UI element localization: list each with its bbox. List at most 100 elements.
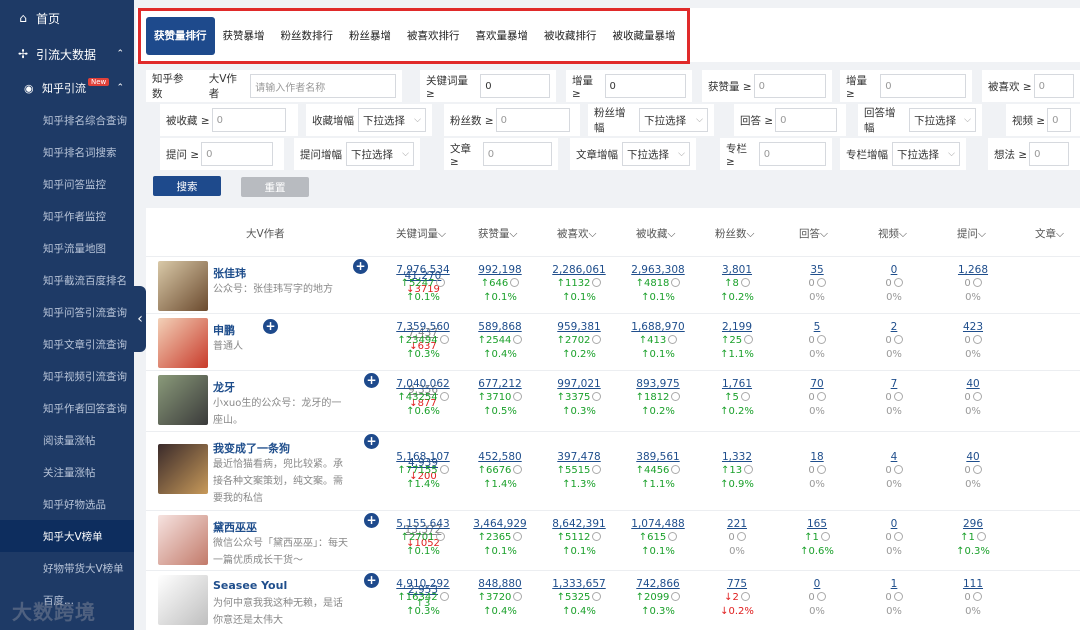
clock-icon[interactable] (671, 278, 681, 287)
clock-icon[interactable] (740, 592, 750, 601)
answer-growth-select[interactable]: 下拉选择 ⌵ (909, 108, 976, 132)
metric-value[interactable]: 0 (859, 263, 929, 277)
clock-icon[interactable] (972, 335, 982, 344)
inc-input[interactable]: 0 (604, 74, 686, 98)
metric-value[interactable]: 589,868 (465, 320, 535, 334)
clock-icon[interactable] (439, 392, 449, 401)
clock-icon[interactable] (436, 278, 446, 287)
sidebar-subitem[interactable]: 知乎问答引流查询 (0, 296, 134, 328)
metric-value[interactable]: 677,212 (465, 377, 535, 391)
kw-input[interactable]: 0 (480, 74, 550, 98)
inc2-input[interactable]: 0 (880, 74, 966, 98)
sidebar-subitem[interactable]: 知乎排名综合查询 (0, 104, 134, 136)
clock-icon[interactable] (439, 592, 449, 601)
table-row[interactable]: 龙牙 小xuo生的公众号：龙牙的一座山。 +9,356 ↓877 7,040,062 ↑4… (146, 370, 1080, 431)
clock-icon[interactable] (893, 392, 903, 401)
metric-value[interactable]: 1,688,970 (623, 320, 693, 334)
add-author-icon[interactable]: + (364, 373, 379, 388)
fans-growth-select[interactable]: 下拉选择 ⌵ (639, 108, 708, 132)
metric-value[interactable]: 4 (859, 450, 929, 464)
metric-value[interactable]: 1,074,488 (623, 517, 693, 531)
sidebar-subitem[interactable]: 知乎好物选品 (0, 488, 134, 520)
metric-value[interactable]: 7,359,560 (388, 320, 458, 334)
table-row[interactable]: 黛西巫巫 微信公众号「黛西巫巫」：每天一篇优质成长干货～ +13,372 ↓1052 5… (146, 510, 1080, 570)
clock-icon[interactable] (668, 335, 678, 344)
column-header[interactable]: 大V作者 (246, 226, 285, 241)
fav-growth-select[interactable]: 下拉选择 ⌵ (358, 108, 426, 132)
add-author-icon[interactable]: + (364, 434, 379, 449)
metric-value[interactable]: 1,761 (702, 377, 772, 391)
sidebar-item-traffic[interactable]: ✢ 引流大数据 ⌃ (0, 36, 134, 72)
author-name[interactable]: 龙牙 (213, 379, 235, 395)
clock-icon[interactable] (513, 465, 523, 474)
table-row[interactable]: 我变成了一条狗 最近恰猫看病，兜比较紧。承接各种文案策划，纯文案。需要我的私信 +4… (146, 431, 1080, 510)
question-input[interactable]: 0 (201, 142, 274, 166)
add-author-icon[interactable]: + (364, 573, 379, 588)
metric-value[interactable]: 423 (938, 320, 1008, 334)
metric-value[interactable]: 848,880 (465, 577, 535, 591)
metric-value[interactable]: 7 (859, 377, 929, 391)
clock-icon[interactable] (736, 532, 746, 541)
tab-7[interactable]: 被收藏量暴增 (605, 17, 684, 55)
clock-icon[interactable] (740, 392, 750, 401)
column-header[interactable]: 获赞量⌵ (478, 226, 517, 241)
metric-value[interactable]: 70 (782, 377, 852, 391)
sidebar-subitem[interactable]: 知乎大V榜单 (0, 520, 134, 552)
table-row[interactable]: 张佳玮 公众号：张佳玮写字的地方 +41,270 ↓3719 7,976,534 ↑524… (146, 256, 1080, 313)
metric-value[interactable]: 0 (782, 577, 852, 591)
metric-value[interactable]: 3,801 (702, 263, 772, 277)
metric-value[interactable]: 1 (859, 577, 929, 591)
tab-5[interactable]: 喜欢量暴增 (468, 17, 537, 55)
avatar[interactable] (158, 261, 208, 311)
sidebar-subitem[interactable]: 知乎问答监控 (0, 168, 134, 200)
fav-input[interactable]: 0 (211, 108, 286, 132)
clock-icon[interactable] (671, 465, 681, 474)
metric-value[interactable]: 1,333,657 (544, 577, 614, 591)
add-author-icon[interactable]: + (353, 259, 368, 274)
clock-icon[interactable] (592, 278, 602, 287)
clock-icon[interactable] (439, 465, 449, 474)
tab-0[interactable]: 获赞量排行 (146, 17, 215, 55)
reset-button[interactable]: 重置 (241, 177, 309, 197)
sidebar-subitem[interactable]: 阅读量涨帖 (0, 424, 134, 456)
clock-icon[interactable] (816, 465, 826, 474)
metric-value[interactable]: 5,155,643 (388, 517, 458, 531)
metric-value[interactable]: 1,268 (938, 263, 1008, 277)
clock-icon[interactable] (816, 335, 826, 344)
column-growth-select[interactable]: 下拉选择 ⌵ (892, 142, 960, 166)
author-input[interactable]: 请输入作者名称 (250, 74, 396, 98)
likes-input[interactable]: 0 (753, 74, 826, 98)
idea-input[interactable]: 0 (1029, 142, 1070, 166)
column-header[interactable]: 关键词量⌵ (396, 226, 446, 241)
add-author-icon[interactable]: + (364, 513, 379, 528)
sidebar-item-zhihu[interactable]: ◉ 知乎引流 New ⌃ (0, 72, 134, 104)
collapse-sidebar-button[interactable]: ‹ (134, 286, 146, 352)
sidebar-subitem[interactable]: 关注量涨帖 (0, 456, 134, 488)
clock-icon[interactable] (513, 532, 523, 541)
metric-value[interactable]: 7,976,534 (388, 263, 458, 277)
clock-icon[interactable] (893, 592, 903, 601)
clock-icon[interactable] (592, 532, 602, 541)
clock-icon[interactable] (513, 592, 523, 601)
sidebar-item-home[interactable]: ⌂ 首页 (0, 0, 134, 36)
clock-icon[interactable] (592, 335, 602, 344)
metric-value[interactable]: 742,866 (623, 577, 693, 591)
metric-value[interactable]: 452,580 (465, 450, 535, 464)
column-header[interactable]: 回答⌵ (799, 226, 828, 241)
sidebar-subitem[interactable]: 知乎排名词搜索 (0, 136, 134, 168)
add-author-icon[interactable]: + (263, 319, 278, 334)
metric-value[interactable]: 40 (938, 450, 1008, 464)
author-name[interactable]: Seasee Youl (213, 579, 287, 592)
metric-value[interactable]: 959,381 (544, 320, 614, 334)
clock-icon[interactable] (668, 532, 678, 541)
author-name[interactable]: 张佳玮 (213, 265, 246, 281)
metric-value[interactable]: 7,040,062 (388, 377, 458, 391)
article-growth-select[interactable]: 下拉选择 ⌵ (622, 142, 690, 166)
column-header[interactable]: 被喜欢⌵ (557, 226, 596, 241)
clock-icon[interactable] (592, 592, 602, 601)
metric-value[interactable]: 296 (938, 517, 1008, 531)
avatar[interactable] (158, 375, 208, 425)
clock-icon[interactable] (972, 465, 982, 474)
clock-icon[interactable] (592, 465, 602, 474)
metric-value[interactable]: 2,963,308 (623, 263, 693, 277)
